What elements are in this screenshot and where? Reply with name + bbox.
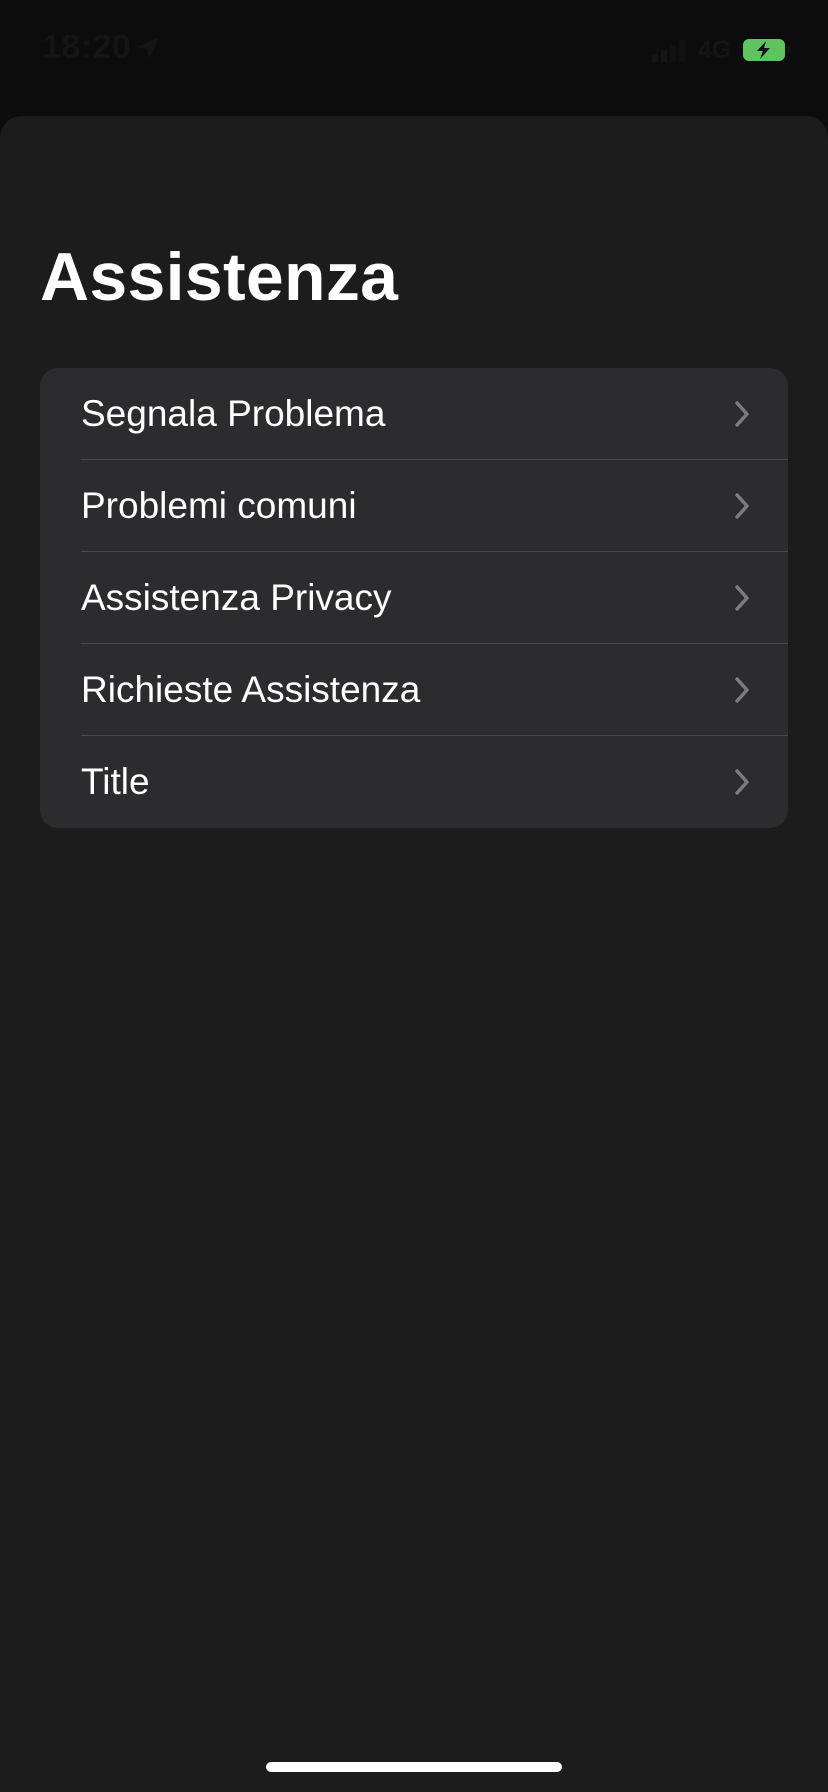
menu-item-label: Richieste Assistenza <box>81 669 421 710</box>
chevron-right-icon <box>735 585 749 611</box>
status-bar: 18:20 4G <box>0 0 828 100</box>
menu-item-label: Title <box>81 761 150 802</box>
support-menu: Segnala Problema Problemi comuni Assiste… <box>40 368 788 828</box>
status-time: 18:20 <box>42 28 132 66</box>
app-screen: 18:20 4G Assistenza Segnala Problema Pro… <box>0 0 828 1792</box>
menu-item-segnala-problema[interactable]: Segnala Problema <box>40 368 788 460</box>
battery-charging-icon <box>743 39 791 61</box>
menu-item-problemi-comuni[interactable]: Problemi comuni <box>40 460 788 552</box>
location-arrow-icon <box>137 37 159 59</box>
menu-item-label: Problemi comuni <box>81 485 357 526</box>
chevron-right-icon <box>735 401 749 427</box>
support-sheet: Assistenza Segnala Problema Problemi com… <box>0 116 828 1792</box>
menu-item-label: Segnala Problema <box>81 393 386 434</box>
page-title: Assistenza <box>40 239 399 315</box>
cellular-signal-icon <box>652 40 685 62</box>
chevron-right-icon <box>735 493 749 519</box>
menu-item-assistenza-privacy[interactable]: Assistenza Privacy <box>40 552 788 644</box>
chevron-right-icon <box>735 677 749 703</box>
chevron-right-icon <box>735 769 749 795</box>
network-type-label: 4G <box>698 36 732 64</box>
home-indicator[interactable] <box>266 1762 562 1772</box>
menu-item-label: Assistenza Privacy <box>81 577 392 618</box>
menu-item-title[interactable]: Title <box>40 736 788 828</box>
menu-item-richieste-assistenza[interactable]: Richieste Assistenza <box>40 644 788 736</box>
